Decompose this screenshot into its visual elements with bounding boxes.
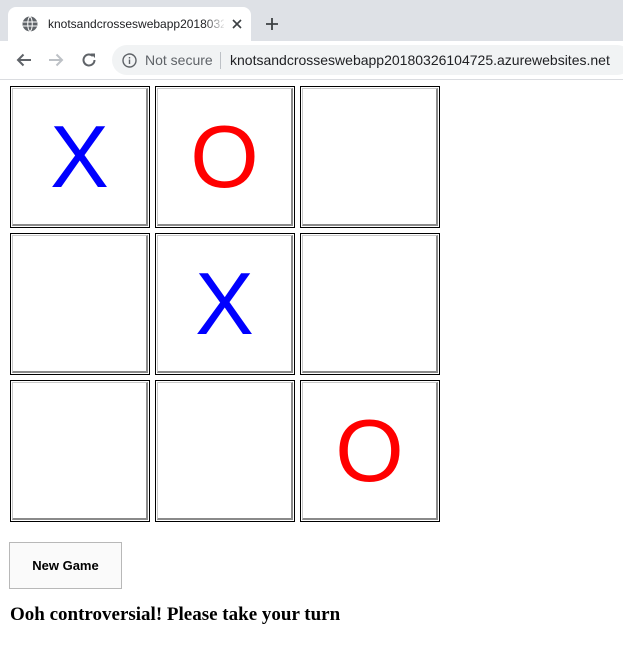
cell-mark-1[interactable]: X xyxy=(12,88,148,226)
game-board: X O X O xyxy=(9,85,444,526)
url-text[interactable]: knotsandcrosseswebapp20180326104725.azur… xyxy=(230,52,610,69)
globe-icon xyxy=(22,16,38,32)
board-cell-9[interactable]: O xyxy=(300,380,440,522)
browser-toolbar: Not secure knotsandcrosseswebapp20180326… xyxy=(0,41,623,80)
board-cell-1[interactable]: X xyxy=(10,86,150,228)
board-cell-7[interactable] xyxy=(10,380,150,522)
board-cell-4[interactable] xyxy=(10,233,150,375)
board-cell-5[interactable]: X xyxy=(155,233,295,375)
cell-mark-7[interactable] xyxy=(12,382,148,520)
cell-mark-2[interactable]: O xyxy=(157,88,293,226)
info-icon[interactable] xyxy=(122,53,137,68)
address-separator xyxy=(220,52,221,69)
board-cell-6[interactable] xyxy=(300,233,440,375)
security-label: Not secure xyxy=(145,52,213,68)
browser-tab[interactable]: knotsandcrosseswebapp20180326104725 xyxy=(8,7,251,41)
board-cell-2[interactable]: O xyxy=(155,86,295,228)
cell-mark-4[interactable] xyxy=(12,235,148,373)
board-cell-8[interactable] xyxy=(155,380,295,522)
reload-icon[interactable] xyxy=(80,51,98,69)
new-tab-icon[interactable] xyxy=(264,16,280,32)
browser-tabstrip: knotsandcrosseswebapp20180326104725 xyxy=(0,0,623,41)
status-message: Ooh controversial! Please take your turn xyxy=(10,604,341,625)
address-bar[interactable]: Not secure knotsandcrosseswebapp20180326… xyxy=(112,45,623,75)
cell-mark-9[interactable]: O xyxy=(302,382,438,520)
board-cell-3[interactable] xyxy=(300,86,440,228)
close-icon[interactable] xyxy=(230,17,244,31)
forward-arrow-icon[interactable] xyxy=(47,51,65,69)
cell-mark-3[interactable] xyxy=(302,88,438,226)
tab-title-fade xyxy=(204,13,226,35)
new-game-button[interactable]: New Game xyxy=(9,542,122,589)
tab-title: knotsandcrosseswebapp20180326104725 xyxy=(48,17,224,31)
cell-mark-8[interactable] xyxy=(157,382,293,520)
back-arrow-icon[interactable] xyxy=(15,51,33,69)
cell-mark-6[interactable] xyxy=(302,235,438,373)
cell-mark-5[interactable]: X xyxy=(157,235,293,373)
